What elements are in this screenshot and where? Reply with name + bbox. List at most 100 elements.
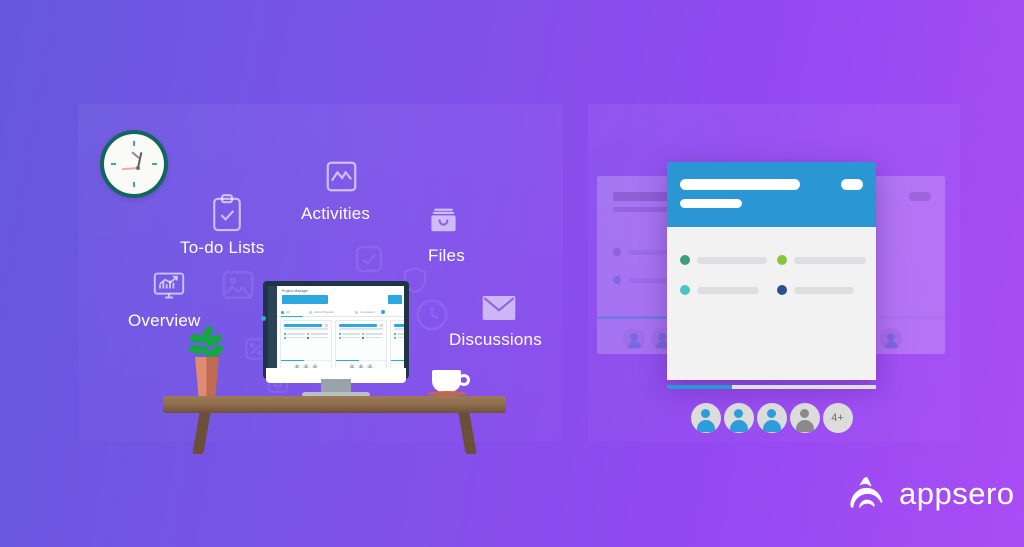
row-dot	[339, 336, 342, 339]
tab-active[interactable]: Active Projects	[314, 310, 334, 314]
clipboard-check-icon	[210, 193, 244, 233]
card-subtitle-placeholder	[613, 207, 675, 212]
card-progress-bar	[336, 359, 386, 361]
clock-tick	[133, 141, 135, 146]
checkbox-icon	[353, 243, 385, 275]
card-rows	[339, 332, 383, 341]
monitor-bezel: Project Manager All Active Projects Comp…	[263, 281, 409, 379]
project-card[interactable]: 4+	[667, 162, 876, 433]
tab-active-underline	[281, 316, 303, 318]
desk-leg-right	[458, 412, 477, 454]
task-row[interactable]	[680, 285, 759, 295]
status-dot	[777, 255, 787, 265]
clock-ghost-icon	[413, 296, 451, 334]
file-box-icon	[427, 203, 460, 236]
envelope-icon	[481, 294, 517, 322]
tab-icon-all	[281, 310, 285, 314]
gear-icon[interactable]	[325, 324, 328, 327]
row-dot	[362, 336, 365, 339]
card-progress-bar	[391, 359, 404, 361]
avatar	[623, 328, 645, 350]
card-subtitle-line	[339, 328, 383, 330]
photo-frame-icon	[221, 268, 255, 302]
row-dot	[394, 336, 397, 339]
task-line	[794, 256, 866, 264]
project-card-header	[667, 162, 876, 227]
screen-tab-bar: All Active Projects Completed	[277, 308, 404, 318]
avatar[interactable]	[723, 403, 754, 433]
task-line	[794, 286, 854, 294]
tab-icon-active	[309, 310, 313, 314]
status-dot	[680, 255, 690, 265]
screen-app-title: Project Manager	[282, 289, 309, 293]
illustration-canvas: To-do Lists Activities Files Overview Di…	[0, 0, 1024, 547]
screen-secondary-button[interactable]	[388, 295, 402, 304]
card-rows	[394, 332, 404, 341]
desk-leg-left	[192, 412, 211, 454]
monitor-chart-icon	[152, 271, 186, 302]
row-line	[365, 333, 383, 335]
row-line	[397, 333, 404, 335]
tab-completed[interactable]: Completed	[360, 310, 375, 314]
card-rows	[284, 332, 328, 341]
feature-label-overview: Overview	[128, 311, 201, 330]
screen-sidebar	[268, 286, 277, 374]
monitor-power-led	[261, 316, 266, 321]
brand-name: appsero	[899, 476, 1015, 511]
appsero-mark-icon	[845, 470, 888, 518]
avatar[interactable]	[756, 403, 787, 433]
row-dot	[339, 332, 342, 335]
avatar[interactable]	[789, 403, 820, 433]
tab-badge	[381, 309, 386, 314]
task-row[interactable]	[777, 255, 866, 265]
screen-primary-button[interactable]	[282, 295, 328, 304]
screen-card-row	[280, 320, 404, 372]
card-action-button[interactable]	[841, 179, 863, 190]
row-line	[310, 333, 328, 335]
wall-clock-icon	[100, 130, 168, 198]
avatar[interactable]	[690, 403, 721, 433]
status-dot	[777, 285, 787, 295]
feature-label-activities: Activities	[301, 204, 371, 223]
row-dot	[307, 332, 310, 335]
card-subtitle-placeholder	[680, 199, 742, 208]
plant-pot	[195, 357, 219, 397]
gear-icon[interactable]	[380, 324, 383, 327]
desk-surface	[163, 396, 506, 413]
card-subtitle-line	[284, 328, 328, 330]
screen-project-card[interactable]	[390, 320, 404, 372]
project-progress-bar	[667, 385, 876, 389]
card-subtitle-line	[394, 328, 404, 330]
row-line	[365, 336, 383, 339]
row-line	[287, 333, 305, 335]
row-dot	[394, 332, 397, 335]
card-title-bar	[339, 324, 377, 327]
row-line	[287, 336, 305, 339]
row-dot	[613, 276, 621, 284]
task-row[interactable]	[680, 255, 767, 265]
clock-tick	[111, 163, 116, 165]
clock-pivot	[136, 166, 140, 170]
feature-label-files: Files	[428, 246, 465, 265]
screen-content: Project Manager All Active Projects Comp…	[277, 286, 404, 374]
clock-tick	[152, 163, 157, 165]
screen-project-card[interactable]	[280, 320, 332, 372]
card-avatars	[623, 328, 673, 350]
plant-leaf	[187, 342, 208, 357]
row-line	[342, 333, 360, 335]
activity-chart-icon	[325, 160, 358, 193]
task-row[interactable]	[777, 285, 854, 295]
row-line	[397, 336, 404, 339]
brand-logo: appsero	[845, 470, 1015, 518]
feature-label-discussions: Discussions	[449, 330, 542, 349]
card-action-placeholder	[909, 192, 931, 201]
screen-project-card[interactable]	[335, 320, 387, 372]
monitor-screen: Project Manager All Active Projects Comp…	[268, 286, 404, 374]
clock-second-hand	[131, 151, 140, 159]
clock-face	[104, 134, 164, 194]
tab-all[interactable]: All	[286, 310, 289, 314]
avatar-overflow-count[interactable]: 4+	[822, 403, 853, 433]
row-dot	[362, 332, 365, 335]
status-dot	[680, 285, 690, 295]
avatar-more	[880, 328, 902, 350]
